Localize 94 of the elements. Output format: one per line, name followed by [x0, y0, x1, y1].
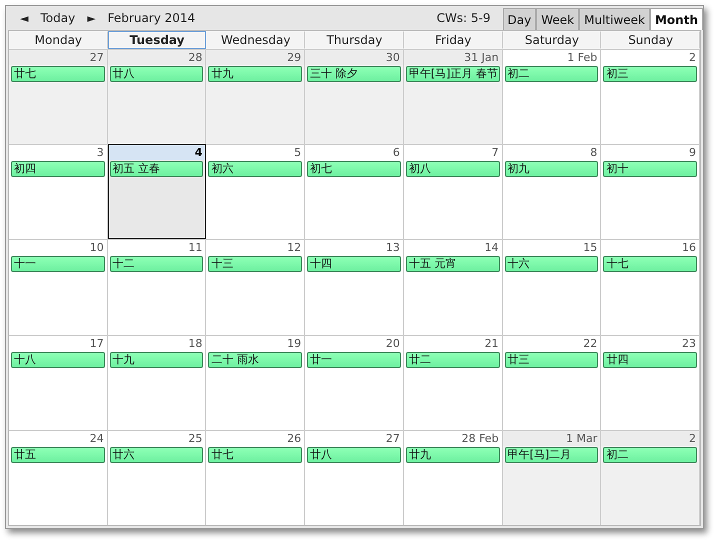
view-tab[interactable]: Month: [650, 8, 703, 30]
day-cell[interactable]: 2 初三: [601, 49, 700, 144]
lunar-event[interactable]: 廿八: [307, 446, 401, 463]
day-number: 31 Jan: [404, 50, 502, 65]
lunar-event[interactable]: 初七: [307, 161, 401, 178]
day-cell[interactable]: 18 十九: [108, 334, 206, 430]
lunar-event[interactable]: 初八: [406, 161, 500, 178]
day-cell[interactable]: 7 初八: [404, 144, 503, 240]
lunar-event[interactable]: 初三: [603, 66, 697, 82]
lunar-event[interactable]: 廿二: [406, 352, 500, 368]
weekday-header: Thursday: [305, 31, 404, 49]
lunar-event[interactable]: 甲午[马]正月 春节: [406, 66, 500, 82]
day-cell[interactable]: 6 初七: [305, 144, 404, 240]
lunar-event[interactable]: 廿六: [110, 446, 204, 463]
day-cell[interactable]: 3 初四: [9, 144, 108, 240]
day-cell[interactable]: 4 初五 立春: [108, 144, 206, 240]
day-cell[interactable]: 24 廿五: [9, 430, 108, 525]
day-cell[interactable]: 20 廿一: [305, 334, 404, 430]
day-cell[interactable]: 14 十五 元宵: [404, 239, 503, 335]
lunar-event[interactable]: 甲午[马]二月: [504, 446, 598, 463]
day-number: 29: [206, 50, 304, 65]
lunar-event[interactable]: 十三: [208, 256, 302, 272]
day-cell[interactable]: 11 十二: [108, 239, 206, 335]
lunar-event[interactable]: 十一: [11, 256, 105, 272]
lunar-event[interactable]: 廿九: [208, 66, 302, 82]
day-cell[interactable]: 30 三十 除夕: [305, 49, 404, 144]
day-cell[interactable]: 16 十七: [601, 239, 700, 335]
weekday-header: Monday: [9, 31, 108, 49]
day-cell[interactable]: 28 Feb 廿九: [404, 430, 503, 525]
lunar-event[interactable]: 十九: [110, 352, 204, 368]
day-cell[interactable]: 25 廿六: [108, 430, 206, 525]
day-cell[interactable]: 1 Mar 甲午[马]二月: [502, 430, 602, 525]
weekday-header: Saturday: [502, 31, 602, 49]
lunar-event[interactable]: 初九: [504, 161, 598, 178]
lunar-event[interactable]: 十八: [11, 352, 105, 368]
day-cell[interactable]: 2 初二: [601, 430, 700, 525]
lunar-event[interactable]: 初十: [603, 161, 697, 178]
weekday-header: Tuesday: [108, 31, 206, 49]
lunar-event[interactable]: 初四: [11, 161, 105, 178]
lunar-event[interactable]: 十六: [504, 256, 598, 272]
day-number: 4: [108, 145, 206, 160]
day-cell[interactable]: 15 十六: [502, 239, 602, 335]
lunar-event[interactable]: 三十 除夕: [307, 66, 401, 82]
next-button[interactable]: ►: [81, 12, 102, 24]
lunar-event[interactable]: 廿七: [11, 66, 105, 82]
day-number: 2: [601, 430, 699, 446]
day-cell[interactable]: 27 廿八: [305, 430, 404, 525]
day-cell[interactable]: 12 十三: [206, 239, 306, 335]
weekday-header: Wednesday: [206, 31, 306, 49]
day-number: 27: [9, 50, 107, 65]
lunar-event[interactable]: 初二: [603, 446, 697, 463]
day-cell[interactable]: 8 初九: [502, 144, 602, 240]
view-tab[interactable]: Week: [536, 8, 580, 30]
view-tab[interactable]: Day: [502, 8, 536, 30]
day-cell[interactable]: 13 十四: [305, 239, 404, 335]
day-cell[interactable]: 17 十八: [9, 334, 108, 430]
day-cell[interactable]: 9 初十: [601, 144, 700, 240]
day-cell[interactable]: 22 廿三: [502, 334, 602, 430]
lunar-event[interactable]: 廿一: [307, 352, 401, 368]
today-button[interactable]: Today: [34, 11, 82, 25]
day-number: 30: [305, 50, 403, 65]
day-cell[interactable]: 21 廿二: [404, 334, 503, 430]
lunar-event[interactable]: 廿三: [504, 352, 598, 368]
weekday-header: Friday: [404, 31, 503, 49]
day-cell[interactable]: 1 Feb 初二: [502, 49, 602, 144]
lunar-event[interactable]: 十二: [110, 256, 204, 272]
month-title: February 2014: [106, 11, 196, 25]
day-cell[interactable]: 27 廿七: [9, 49, 108, 144]
day-cell[interactable]: 28 廿八: [108, 49, 206, 144]
lunar-event[interactable]: 初五 立春: [110, 161, 204, 178]
week-range: CWs: 5-9: [436, 11, 492, 25]
lunar-event[interactable]: 十七: [603, 256, 697, 272]
previous-button[interactable]: ◄: [14, 12, 34, 24]
lunar-event[interactable]: 廿四: [603, 352, 697, 368]
weekday-header: Sunday: [601, 31, 700, 49]
lunar-event[interactable]: 廿七: [208, 446, 302, 463]
day-cell[interactable]: 29 廿九: [206, 49, 306, 144]
day-cell[interactable]: 10 十一: [9, 239, 108, 335]
lunar-event[interactable]: 二十 雨水: [208, 352, 302, 368]
day-number: 28: [108, 50, 206, 65]
lunar-event[interactable]: 初六: [208, 161, 302, 178]
day-number: 1 Mar: [502, 430, 600, 446]
lunar-event[interactable]: 廿五: [11, 446, 105, 463]
view-tab[interactable]: Multiweek: [579, 8, 650, 30]
day-cell[interactable]: 19 二十 雨水: [206, 334, 306, 430]
lunar-event[interactable]: 廿九: [406, 446, 500, 463]
lunar-event[interactable]: 廿八: [110, 66, 204, 82]
lunar-event[interactable]: 十五 元宵: [406, 256, 500, 272]
day-cell[interactable]: 26 廿七: [206, 430, 306, 525]
day-cell[interactable]: 5 初六: [206, 144, 306, 240]
lunar-event[interactable]: 初二: [504, 66, 598, 82]
day-cell[interactable]: 23 廿四: [601, 334, 700, 430]
lunar-event[interactable]: 十四: [307, 256, 401, 272]
day-cell[interactable]: 31 Jan 甲午[马]正月 春节: [404, 49, 503, 144]
